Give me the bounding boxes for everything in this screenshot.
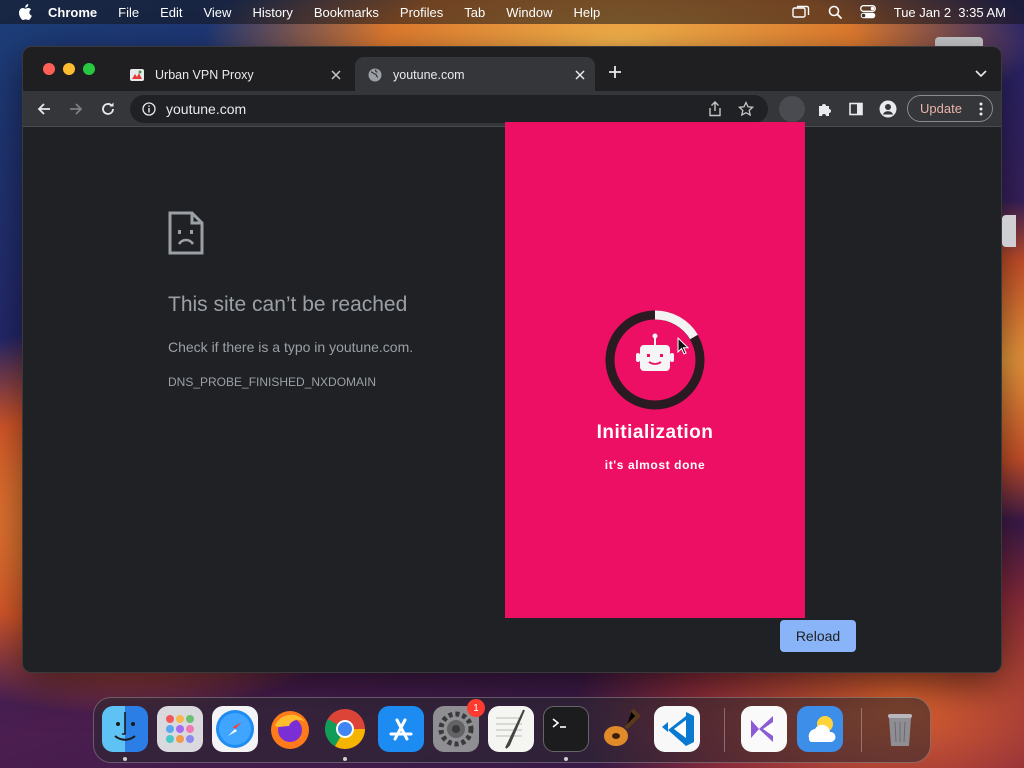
tab-search-chevron-icon[interactable] xyxy=(975,66,987,78)
tab-urban-vpn[interactable]: Urban VPN Proxy xyxy=(117,57,351,93)
reload-icon[interactable] xyxy=(99,100,117,118)
loading-spinner-robot-icon xyxy=(604,309,706,416)
site-info-icon[interactable] xyxy=(142,102,156,116)
vpn-extension-popup: Initialization it's almost done xyxy=(505,122,805,618)
menu-help[interactable]: Help xyxy=(574,5,601,20)
close-tab-icon[interactable] xyxy=(573,68,587,82)
back-arrow-icon[interactable] xyxy=(35,100,53,118)
error-code: DNS_PROBE_FINISHED_NXDOMAIN xyxy=(168,375,377,389)
initialization-title: Initialization xyxy=(596,422,714,443)
menu-bar: Chrome File Edit View History Bookmarks … xyxy=(0,0,1024,24)
extension-avatar-icon[interactable] xyxy=(779,96,805,122)
menu-profiles[interactable]: Profiles xyxy=(400,5,443,20)
menu-app-name[interactable]: Chrome xyxy=(48,5,97,20)
dock: 1 xyxy=(93,697,931,763)
running-indicator xyxy=(564,757,568,761)
dock-separator xyxy=(861,708,862,752)
finder-icon[interactable] xyxy=(102,706,148,752)
more-vertical-icon[interactable] xyxy=(979,102,983,119)
urban-vpn-favicon-icon xyxy=(129,67,145,83)
tab-youtune[interactable]: youtune.com xyxy=(355,57,595,93)
menu-tab[interactable]: Tab xyxy=(464,5,485,20)
initialization-subtitle: it's almost done xyxy=(604,458,706,472)
sad-document-icon xyxy=(168,211,204,260)
globe-icon xyxy=(367,67,383,83)
error-title: This site can’t be reached xyxy=(168,293,408,316)
menubar-clock[interactable]: Tue Jan 2 3:35 AM xyxy=(894,5,1006,20)
reload-button[interactable]: Reload xyxy=(780,620,856,652)
terminal-icon[interactable] xyxy=(543,706,589,752)
garageband-icon[interactable] xyxy=(598,706,644,752)
visual-studio-icon[interactable] xyxy=(741,706,787,752)
chrome-icon[interactable] xyxy=(322,706,368,752)
address-bar[interactable]: youtune.com xyxy=(130,95,768,123)
running-indicator xyxy=(343,757,347,761)
menu-edit[interactable]: Edit xyxy=(160,5,182,20)
vscode-icon[interactable] xyxy=(654,706,700,752)
firefox-icon[interactable] xyxy=(267,706,313,752)
url-text[interactable]: youtune.com xyxy=(166,101,246,117)
tab-strip: Urban VPN Proxy youtune.com xyxy=(23,47,1001,93)
weather-icon[interactable] xyxy=(797,706,843,752)
background-window-edge xyxy=(1002,215,1016,247)
launchpad-icon[interactable] xyxy=(157,706,203,752)
extensions-puzzle-icon[interactable] xyxy=(816,100,834,118)
menu-window[interactable]: Window xyxy=(506,5,552,20)
zoom-window-button[interactable] xyxy=(83,63,95,75)
spotlight-search-icon[interactable] xyxy=(828,5,842,19)
new-tab-icon[interactable] xyxy=(607,64,623,80)
menu-view[interactable]: View xyxy=(203,5,231,20)
forward-arrow-icon[interactable] xyxy=(67,100,85,118)
profile-icon[interactable] xyxy=(879,100,897,118)
trash-icon[interactable] xyxy=(877,706,923,752)
menu-history[interactable]: History xyxy=(252,5,292,20)
apple-icon[interactable] xyxy=(18,4,32,20)
mouse-cursor-icon xyxy=(677,336,690,360)
control-center-icon[interactable] xyxy=(859,5,876,19)
update-button[interactable]: Update xyxy=(907,95,993,122)
close-tab-icon[interactable] xyxy=(329,68,343,82)
window-switcher-icon[interactable] xyxy=(792,5,810,19)
system-settings-icon[interactable]: 1 xyxy=(433,699,485,752)
running-indicator xyxy=(123,757,127,761)
side-panel-icon[interactable] xyxy=(847,100,865,118)
menu-file[interactable]: File xyxy=(118,5,139,20)
share-icon[interactable] xyxy=(708,101,722,122)
menu-bookmarks[interactable]: Bookmarks xyxy=(314,5,379,20)
minimize-window-button[interactable] xyxy=(63,63,75,75)
close-window-button[interactable] xyxy=(43,63,55,75)
tab-title: Urban VPN Proxy xyxy=(155,68,254,82)
update-label: Update xyxy=(920,101,962,116)
error-message: Check if there is a typo in youtune.com. xyxy=(168,339,414,355)
bookmark-star-icon[interactable] xyxy=(737,100,755,122)
dock-separator xyxy=(724,708,725,752)
textedit-icon[interactable] xyxy=(488,706,534,752)
notification-badge: 1 xyxy=(467,699,485,717)
tab-title: youtune.com xyxy=(393,68,465,82)
app-store-icon[interactable] xyxy=(378,706,424,752)
safari-icon[interactable] xyxy=(212,706,258,752)
